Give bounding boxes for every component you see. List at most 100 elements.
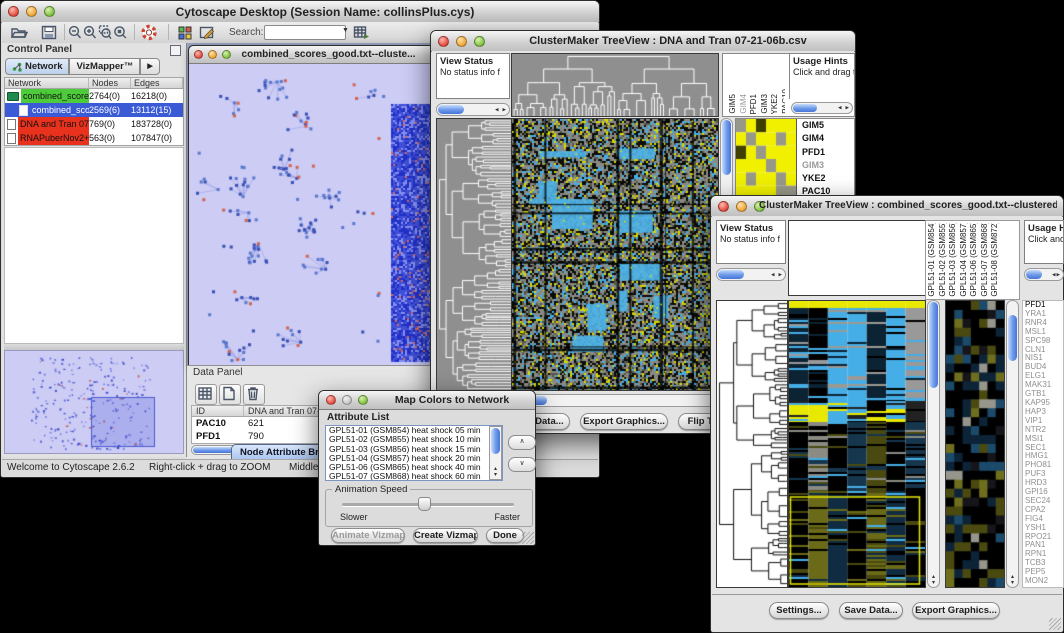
main-titlebar[interactable]: Cytoscape Desktop (Session Name: collins… xyxy=(1,1,599,23)
export-graphics-button[interactable]: Export Graphics... xyxy=(580,413,668,430)
scrollbar-thumb[interactable] xyxy=(1026,270,1042,279)
tv2-row-dendrogram-pane[interactable] xyxy=(716,300,788,588)
minimize-button[interactable] xyxy=(342,395,352,405)
network-row[interactable]: combined_sco2569(6)13112(15) xyxy=(5,103,183,117)
open-folder-icon[interactable] xyxy=(10,24,28,41)
tv1-column-label[interactable]: PFD1 xyxy=(750,94,759,114)
tv1-heatmap-pane[interactable] xyxy=(511,118,719,391)
tv1-row-label[interactable]: GIM3 xyxy=(802,159,854,172)
tv1-column-dendrogram-pane[interactable] xyxy=(511,53,719,117)
tv1-row-dendrogram-canvas[interactable] xyxy=(437,119,511,390)
zoom-button[interactable] xyxy=(358,395,368,405)
tabs-overflow-arrow[interactable]: ▶ xyxy=(140,58,159,75)
scrollbar-arrows[interactable]: ◂ ▸ xyxy=(838,104,850,112)
tv1-right-hscrollbar[interactable]: ◂ ▸ xyxy=(791,102,853,114)
vizmapper-palette-icon[interactable] xyxy=(176,24,194,41)
network-canvas[interactable] xyxy=(189,64,434,365)
tv2-heatmap-pane[interactable] xyxy=(788,300,926,588)
tv1-column-label[interactable]: PAC10 xyxy=(782,89,786,114)
network-row[interactable]: RNAPuberNov2+I563(0)107847(0) xyxy=(5,131,183,145)
zoom-fit-icon[interactable] xyxy=(113,24,127,41)
zoom-button[interactable] xyxy=(222,50,231,59)
create-vizmap-button[interactable]: Create Vizmap xyxy=(413,528,478,543)
tv1-row-label[interactable]: GIM4 xyxy=(802,132,854,145)
scrollbar-thumb[interactable] xyxy=(438,105,464,114)
tv2-column-label[interactable]: GPL51-01 (GSM854) xyxy=(928,223,937,297)
network-view-titlebar[interactable]: combined_scores_good.txt--cluste... xyxy=(189,46,434,64)
scrollbar-arrows[interactable]: ▴▾ xyxy=(1007,574,1018,586)
close-button[interactable] xyxy=(194,50,203,59)
tv1-row-label[interactable]: PFD1 xyxy=(802,146,854,159)
network-overview-pane[interactable] xyxy=(4,350,184,454)
tab-network[interactable]: Network xyxy=(5,58,69,75)
float-panel-icon[interactable] xyxy=(170,45,181,56)
close-button[interactable] xyxy=(718,201,729,212)
tv2-heatmap-canvas[interactable] xyxy=(789,301,925,587)
help-lifesaver-icon[interactable] xyxy=(140,24,158,41)
tv1-column-label[interactable]: GIM3 xyxy=(761,94,770,114)
scrollbar-thumb[interactable] xyxy=(929,302,938,388)
new-attribute-icon[interactable] xyxy=(219,384,241,405)
annotation-icon[interactable] xyxy=(198,24,216,41)
col-edges[interactable]: Edges xyxy=(131,78,183,88)
tv1-bottom-hscrollbar[interactable] xyxy=(511,394,719,407)
tv2-column-label[interactable]: GPL51-07 (GSM868) xyxy=(981,223,990,297)
resize-grip[interactable] xyxy=(522,532,534,544)
minimize-button[interactable] xyxy=(26,6,37,17)
tv2-labels-vscrollbar[interactable]: ▴▾ xyxy=(1006,300,1019,588)
tv2-column-dendrogram-pane[interactable] xyxy=(788,220,926,296)
close-button[interactable] xyxy=(8,6,19,17)
zoom-button[interactable] xyxy=(44,6,55,17)
animate-vizmap-button[interactable]: Animate Vizmap xyxy=(331,528,405,543)
tv1-column-label[interactable]: GIM4 xyxy=(740,94,749,114)
search-input[interactable] xyxy=(264,25,346,40)
tv2-row-dendrogram-canvas[interactable] xyxy=(717,301,787,587)
move-up-button[interactable]: ∧ xyxy=(508,435,536,450)
tv2-column-label[interactable]: GPL51-03 (GSM856) xyxy=(949,223,958,297)
settings-button[interactable]: Settings... xyxy=(769,602,829,619)
close-button[interactable] xyxy=(438,36,449,47)
network-row[interactable]: DNA and Tran 07769(0)183728(0) xyxy=(5,117,183,131)
zoom-out-icon[interactable] xyxy=(68,24,82,41)
tv2-row-label[interactable]: MON2 xyxy=(1023,577,1063,586)
tv1-row-label[interactable]: YKE2 xyxy=(802,172,854,185)
network-overview-canvas[interactable] xyxy=(5,351,183,453)
save-data-button[interactable]: Save Data... xyxy=(839,602,903,619)
col-network[interactable]: Network xyxy=(5,78,89,88)
tv2-column-label[interactable]: GPL51-04 (GSM857) xyxy=(960,223,969,297)
resize-grip[interactable] xyxy=(1049,618,1061,630)
minimize-button[interactable] xyxy=(456,36,467,47)
minimize-button[interactable] xyxy=(208,50,217,59)
search-dropdown-arrow[interactable]: ▼ xyxy=(342,27,349,34)
attribute-list-item[interactable]: GPL51-07 (GSM868) heat shock 60 min xyxy=(326,472,502,481)
tv1-heatmap-canvas[interactable] xyxy=(512,119,718,390)
minimize-button[interactable] xyxy=(736,201,747,212)
import-table-icon[interactable] xyxy=(352,24,370,41)
scrollbar-arrows[interactable]: ▴▾ xyxy=(490,466,501,478)
tv2-column-label[interactable]: GPL51-06 (GSM865) xyxy=(970,223,979,297)
delete-attribute-trash-icon[interactable] xyxy=(243,384,265,405)
tv1-column-label[interactable]: GIM5 xyxy=(729,94,738,114)
save-icon[interactable] xyxy=(40,24,58,41)
export-graphics-button[interactable]: Export Graphics... xyxy=(912,602,1000,619)
speed-slider-thumb[interactable] xyxy=(418,497,431,511)
scrollbar-thumb[interactable] xyxy=(722,120,731,175)
zoom-in-icon[interactable] xyxy=(83,24,97,41)
zoom-button[interactable] xyxy=(474,36,485,47)
scrollbar-thumb[interactable] xyxy=(793,104,817,112)
attribute-list[interactable]: GPL51-01 (GSM854) heat shock 05 minGPL51… xyxy=(325,425,503,481)
tv2-right-hscrollbar[interactable]: ◂▸ xyxy=(1024,268,1064,281)
tv2-zoom-pane[interactable] xyxy=(945,300,1005,588)
network-row[interactable]: combined_scores2764(0)16218(0) xyxy=(5,89,183,103)
move-down-button[interactable]: ∨ xyxy=(508,457,536,472)
col-id[interactable]: ID xyxy=(192,406,244,416)
tv2-zoom-heatmap-canvas[interactable] xyxy=(946,301,1004,587)
scrollbar-arrows[interactable]: ▴▾ xyxy=(928,574,939,586)
tv2-left-hscrollbar[interactable]: ◂ ▸ xyxy=(716,268,786,281)
tv1-left-hscrollbar[interactable]: ◂ ▸ xyxy=(436,103,510,116)
scrollbar-thumb[interactable] xyxy=(491,428,500,454)
scrollbar-arrows[interactable]: ◂ ▸ xyxy=(495,105,507,113)
tv2-titlebar[interactable]: ClusterMaker TreeView : combined_scores_… xyxy=(711,196,1063,217)
tv1-row-label[interactable]: GIM5 xyxy=(802,119,854,132)
done-button[interactable]: Done xyxy=(486,528,524,543)
